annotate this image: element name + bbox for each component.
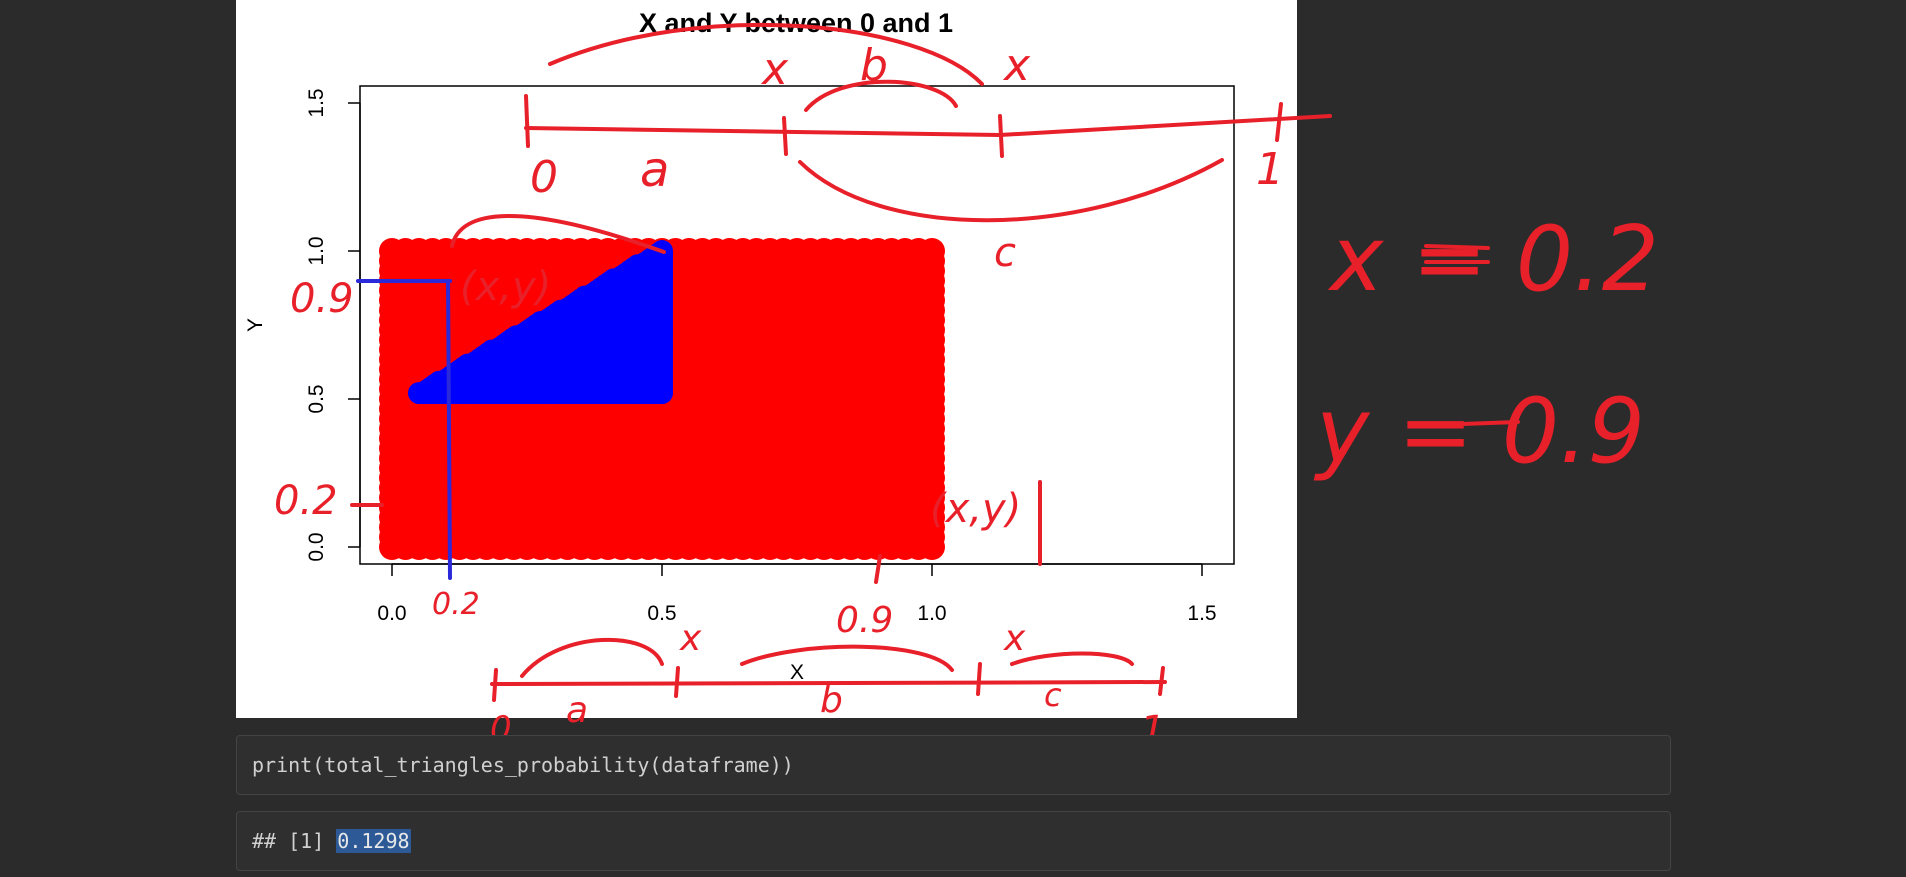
bottom-brace-c [1010, 651, 1134, 666]
top-label-x1: x [760, 44, 789, 95]
bottom-label-x2: x [1003, 618, 1026, 659]
code-cell[interactable]: print(total_triangles_probability(datafr… [236, 735, 1671, 795]
y-axis-label: Y [244, 318, 267, 332]
y-tick-label: 0.0 [305, 532, 328, 561]
top-brace-c [798, 158, 1224, 223]
code-text[interactable]: print(total_triangles_probability(datafr… [252, 753, 794, 777]
output-prefix: ## [1] [252, 829, 337, 853]
bottom-label-x1: x [679, 618, 702, 659]
top-tick-0 [524, 94, 530, 148]
top-label-c: c [994, 230, 1016, 276]
bottom-tick-0 [492, 668, 498, 702]
point-label-xy-blue: (x,y) [460, 264, 551, 310]
bottom-brace-a [520, 637, 664, 678]
top-number-line [524, 114, 1332, 137]
x-tick-label: 0.0 [377, 602, 406, 625]
bottom-tick-a [674, 666, 680, 698]
y-tick-label: 0.5 [305, 384, 328, 413]
bottom-brace-b [740, 644, 954, 672]
x-axis-label: X [790, 661, 804, 684]
y-tick-label: 1.5 [305, 88, 328, 117]
bottom-label-b: b [820, 680, 843, 721]
bottom-tick-b [976, 662, 982, 696]
blue-reference-line-y [446, 279, 452, 580]
bottom-tick-1 [1158, 666, 1165, 696]
top-label-a: a [640, 142, 669, 198]
bottom-label-c: c [1044, 676, 1062, 714]
y-tick-label: 1.0 [305, 236, 328, 265]
top-tick-b [998, 114, 1004, 158]
bottom-label-09: 0.9 [836, 600, 893, 641]
red-point [919, 238, 945, 264]
chart-title: X and Y between 0 and 1 [639, 8, 953, 38]
top-label-0: 0 [530, 152, 558, 203]
top-tick-a [782, 116, 788, 156]
x-tick-label: 1.0 [917, 602, 946, 625]
x-tick-label: 0.5 [647, 602, 676, 625]
equation-x: x = 0.2 [1327, 207, 1659, 312]
output-cell[interactable]: ## [1] 0.1298 [236, 811, 1671, 871]
equation-y: y = 0.9 [1313, 379, 1645, 484]
left-label-02: 0.2 [274, 478, 338, 524]
left-label-09: 0.9 [290, 276, 354, 322]
point-label-xy-red: (x,y) [930, 486, 1021, 532]
top-label-1: 1 [1256, 144, 1284, 195]
axis-label-02: 0.2 [432, 587, 480, 622]
output-value[interactable]: 0.1298 [336, 829, 411, 853]
x-tick-label: 1.5 [1187, 602, 1216, 625]
top-tick-1 [1275, 102, 1283, 142]
top-label-x2: x [1002, 40, 1031, 91]
top-label-b: b [860, 40, 888, 91]
bottom-label-a: a [566, 690, 588, 731]
